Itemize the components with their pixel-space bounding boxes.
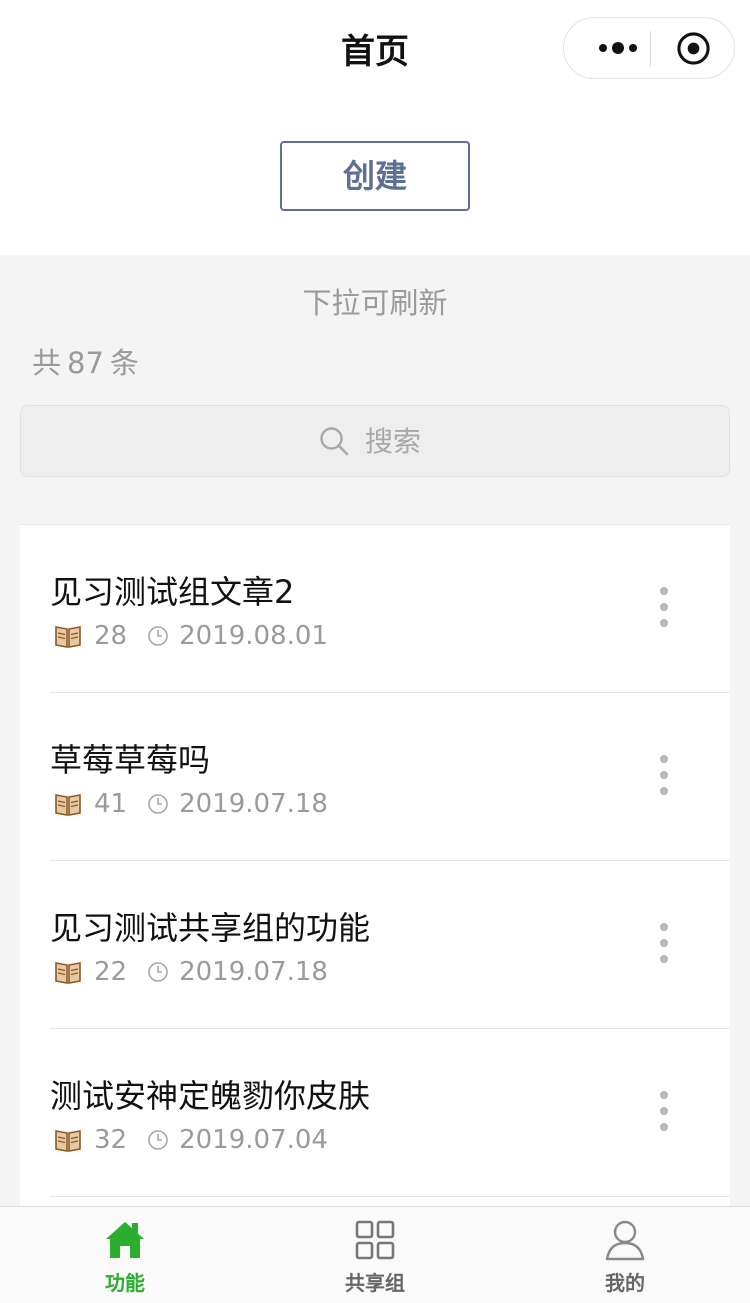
capsule-divider (650, 31, 651, 67)
article-item[interactable]: 测试安神定魄勠你皮肤 32 2019.07.04 (50, 1029, 730, 1197)
navigation-bar: 首页 (0, 0, 750, 98)
article-title: 测试安神定魄勠你皮肤 (50, 1077, 371, 1115)
more-vertical-icon[interactable] (654, 923, 674, 963)
article-list: 见习测试组文章2 28 2019.08.01 草莓草莓吗 41 2019.07.18 见习测… (20, 524, 730, 1207)
count-prefix: 共 (32, 346, 62, 380)
tab-label: 共享组 (345, 1271, 405, 1295)
tab-mine[interactable]: 我的 (500, 1207, 750, 1303)
book-icon (55, 794, 81, 816)
book-icon (55, 626, 81, 648)
view-count: 41 (94, 789, 128, 819)
article-item[interactable]: 见习测试共享组的功能 22 2019.07.18 (50, 861, 730, 1029)
target-circle-icon[interactable] (676, 31, 711, 66)
total-count: 共 87 条 (32, 340, 139, 382)
home-icon (106, 1222, 144, 1258)
more-dots-icon[interactable] (582, 18, 654, 78)
article-item[interactable]: 草莓草莓吗 41 2019.07.18 (50, 693, 730, 861)
more-vertical-icon[interactable] (654, 587, 674, 627)
clock-icon (148, 962, 168, 982)
more-vertical-icon[interactable] (654, 755, 674, 795)
article-date: 2019.07.04 (179, 1125, 328, 1155)
clock-icon (148, 626, 168, 646)
tab-bar: 功能 共享组 我的 (0, 1206, 750, 1303)
search-input[interactable] (363, 423, 431, 459)
view-count: 28 (94, 621, 128, 651)
tab-label: 功能 (105, 1271, 145, 1295)
view-count: 32 (94, 1125, 128, 1155)
article-meta: 32 2019.07.04 (54, 1123, 328, 1157)
search-bar[interactable] (20, 405, 730, 477)
article-title: 见习测试组文章2 (50, 573, 295, 611)
clock-icon (148, 1130, 168, 1150)
mini-program-capsule (563, 17, 735, 79)
article-meta: 28 2019.08.01 (54, 619, 328, 653)
article-item[interactable]: 见习测试组文章2 28 2019.08.01 (50, 525, 730, 693)
article-meta: 22 2019.07.18 (54, 955, 328, 989)
count-value: 87 (67, 346, 104, 380)
more-vertical-icon[interactable] (654, 1091, 674, 1131)
create-button[interactable]: 创建 (280, 141, 470, 211)
article-meta: 41 2019.07.18 (54, 787, 328, 821)
article-date: 2019.07.18 (179, 789, 328, 819)
clock-icon (148, 794, 168, 814)
header-area: 创建 (0, 98, 750, 255)
count-suffix: 条 (109, 346, 139, 380)
tab-label: 我的 (605, 1271, 645, 1295)
grid-icon (355, 1220, 395, 1260)
article-date: 2019.08.01 (179, 621, 328, 651)
search-icon (320, 427, 349, 456)
article-date: 2019.07.18 (179, 957, 328, 987)
user-icon (605, 1220, 645, 1261)
article-title: 草莓草莓吗 (50, 741, 211, 779)
view-count: 22 (94, 957, 128, 987)
tab-shared-group[interactable]: 共享组 (250, 1207, 500, 1303)
article-title: 见习测试共享组的功能 (50, 909, 371, 947)
book-icon (55, 1130, 81, 1152)
book-icon (55, 962, 81, 984)
pull-to-refresh-hint: 下拉可刷新 (302, 286, 448, 320)
tab-function[interactable]: 功能 (0, 1207, 250, 1303)
